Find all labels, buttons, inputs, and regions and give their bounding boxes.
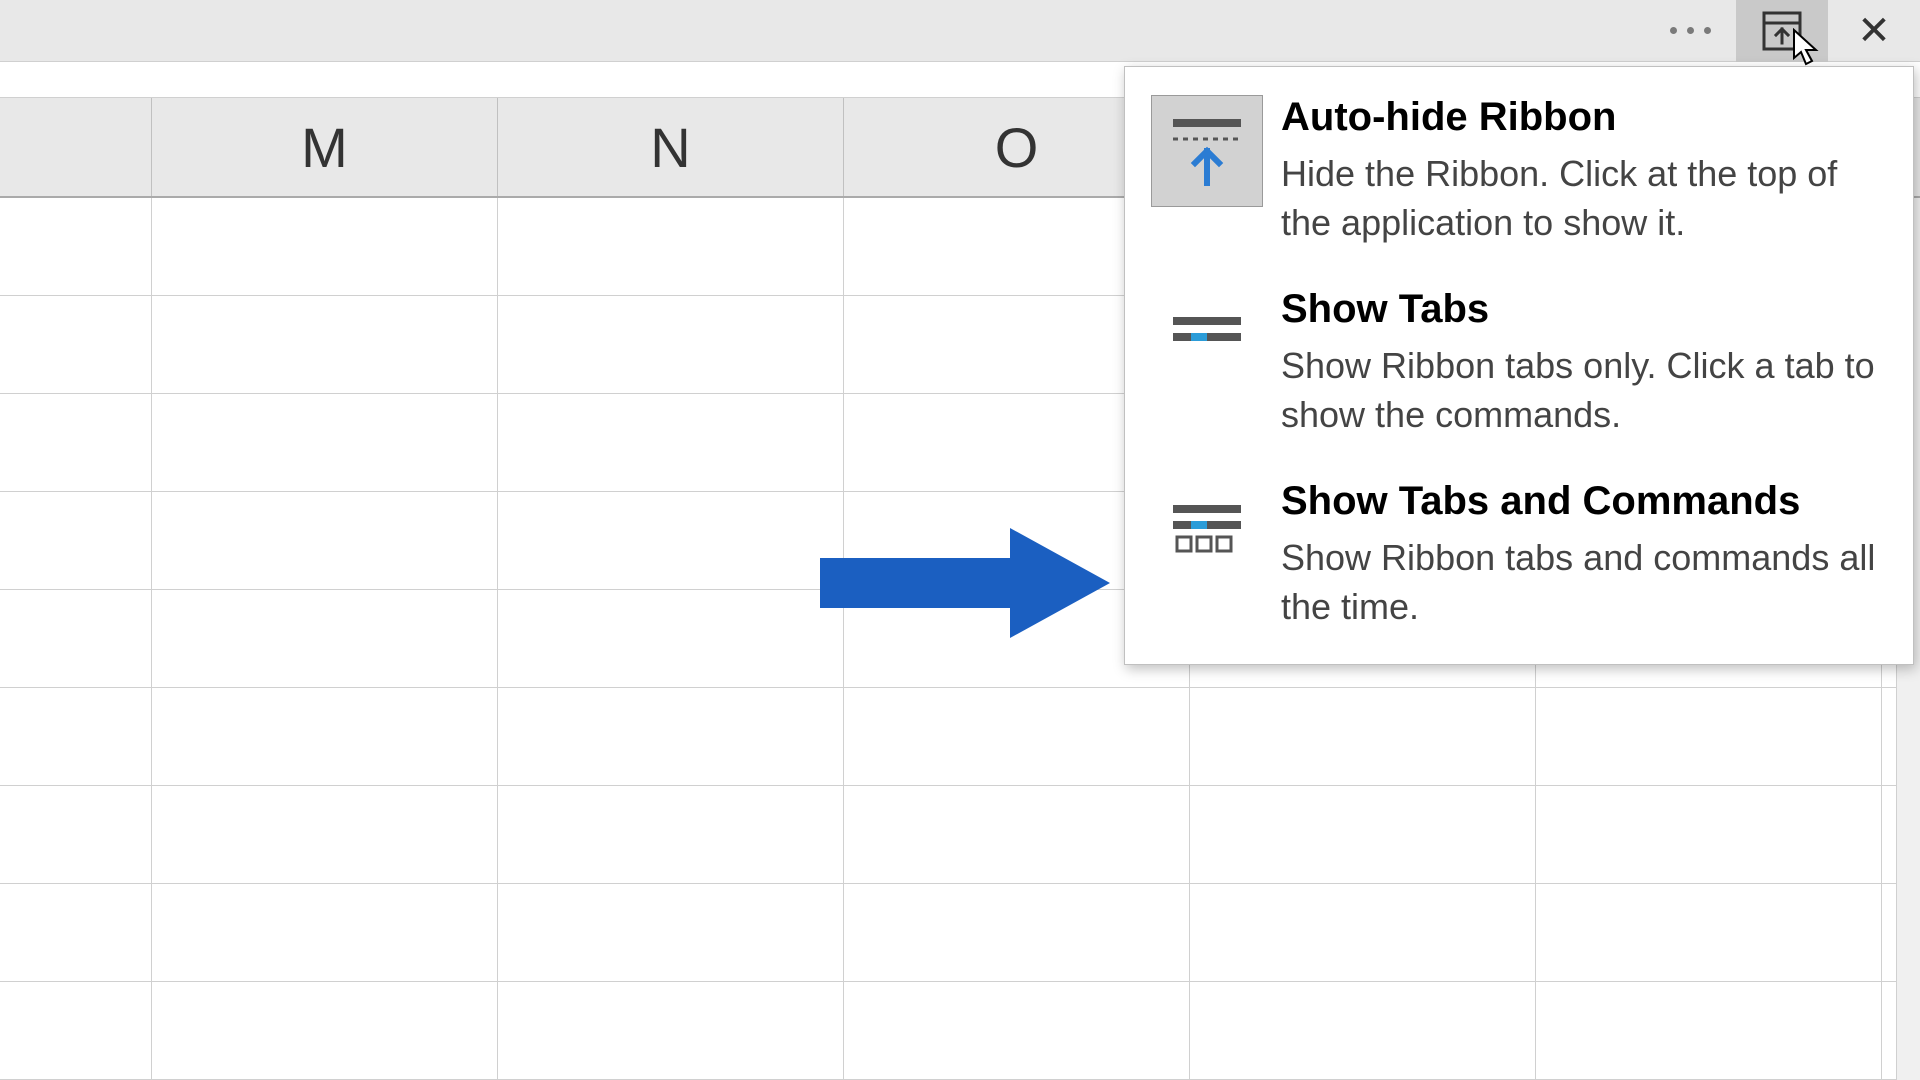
show-tabs-icon bbox=[1151, 287, 1263, 399]
cell[interactable] bbox=[152, 590, 498, 687]
cell[interactable] bbox=[844, 688, 1190, 785]
cell[interactable] bbox=[498, 688, 844, 785]
cell[interactable] bbox=[498, 786, 844, 883]
cell[interactable] bbox=[152, 982, 498, 1079]
column-header-L[interactable] bbox=[0, 98, 152, 196]
menu-item-auto-hide-ribbon[interactable]: Auto-hide Ribbon Hide the Ribbon. Click … bbox=[1125, 77, 1913, 269]
menu-item-description: Show Ribbon tabs and commands all the ti… bbox=[1281, 534, 1887, 631]
menu-item-show-tabs[interactable]: Show Tabs Show Ribbon tabs only. Click a… bbox=[1125, 269, 1913, 461]
cell[interactable] bbox=[0, 394, 152, 491]
more-options-button[interactable] bbox=[1644, 0, 1736, 62]
cell[interactable] bbox=[498, 590, 844, 687]
ellipsis-icon bbox=[1670, 27, 1711, 34]
menu-item-description: Hide the Ribbon. Click at the top of the… bbox=[1281, 150, 1887, 247]
ribbon-display-options-menu: Auto-hide Ribbon Hide the Ribbon. Click … bbox=[1124, 66, 1914, 665]
cell[interactable] bbox=[1190, 688, 1536, 785]
cell[interactable] bbox=[0, 688, 152, 785]
cell[interactable] bbox=[0, 590, 152, 687]
cell[interactable] bbox=[152, 198, 498, 295]
cell[interactable] bbox=[844, 786, 1190, 883]
cell[interactable] bbox=[152, 296, 498, 393]
table-row bbox=[0, 982, 1920, 1080]
cell[interactable] bbox=[0, 198, 152, 295]
column-header-M[interactable]: M bbox=[152, 98, 498, 196]
cell[interactable] bbox=[0, 296, 152, 393]
cell[interactable] bbox=[1536, 688, 1882, 785]
menu-item-title: Auto-hide Ribbon bbox=[1281, 95, 1887, 140]
cell[interactable] bbox=[498, 394, 844, 491]
cell[interactable] bbox=[0, 884, 152, 981]
title-bar: ✕ bbox=[0, 0, 1920, 62]
column-header-N[interactable]: N bbox=[498, 98, 844, 196]
menu-item-show-tabs-and-commands[interactable]: Show Tabs and Commands Show Ribbon tabs … bbox=[1125, 461, 1913, 653]
cell[interactable] bbox=[0, 982, 152, 1079]
cell[interactable] bbox=[152, 884, 498, 981]
cell[interactable] bbox=[0, 786, 152, 883]
cell[interactable] bbox=[498, 492, 844, 589]
cell[interactable] bbox=[1190, 982, 1536, 1079]
cell[interactable] bbox=[1536, 884, 1882, 981]
cell[interactable] bbox=[1536, 786, 1882, 883]
cell[interactable] bbox=[1190, 786, 1536, 883]
table-row bbox=[0, 688, 1920, 786]
close-icon: ✕ bbox=[1857, 11, 1891, 51]
cell[interactable] bbox=[152, 394, 498, 491]
cell[interactable] bbox=[152, 492, 498, 589]
menu-item-title: Show Tabs and Commands bbox=[1281, 479, 1887, 524]
cell[interactable] bbox=[844, 884, 1190, 981]
cell[interactable] bbox=[844, 982, 1190, 1079]
menu-item-title: Show Tabs bbox=[1281, 287, 1887, 332]
close-button[interactable]: ✕ bbox=[1828, 0, 1920, 62]
cell[interactable] bbox=[498, 884, 844, 981]
cell[interactable] bbox=[152, 688, 498, 785]
menu-item-description: Show Ribbon tabs only. Click a tab to sh… bbox=[1281, 342, 1887, 439]
show-tabs-and-commands-icon bbox=[1151, 479, 1263, 591]
cell[interactable] bbox=[498, 198, 844, 295]
cell[interactable] bbox=[498, 296, 844, 393]
cell[interactable] bbox=[1190, 884, 1536, 981]
cell[interactable] bbox=[498, 982, 844, 1079]
cell[interactable] bbox=[1536, 982, 1882, 1079]
annotation-arrow bbox=[820, 518, 1120, 653]
cell[interactable] bbox=[0, 492, 152, 589]
mouse-cursor-icon bbox=[1792, 28, 1820, 73]
cell[interactable] bbox=[152, 786, 498, 883]
table-row bbox=[0, 786, 1920, 884]
table-row bbox=[0, 884, 1920, 982]
auto-hide-ribbon-icon bbox=[1151, 95, 1263, 207]
